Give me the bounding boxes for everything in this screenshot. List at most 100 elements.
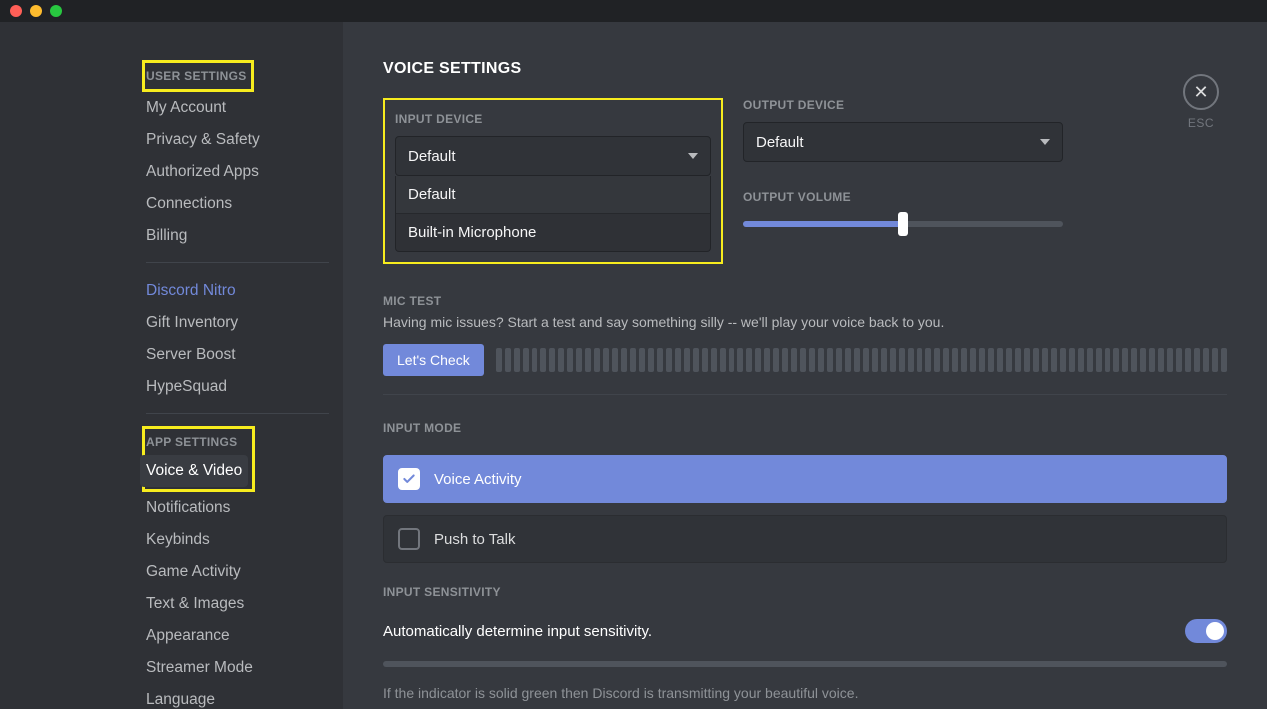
input-mode-voice-activity[interactable]: Voice Activity: [383, 455, 1227, 503]
mic-meter-segment: [881, 348, 887, 372]
mic-meter-segment: [648, 348, 654, 372]
mic-meter-segment: [532, 348, 538, 372]
sidebar-item-voice-video[interactable]: Voice & Video: [140, 455, 248, 487]
mic-meter-segment: [693, 348, 699, 372]
mic-meter-segment: [961, 348, 967, 372]
input-mode-push-to-talk[interactable]: Push to Talk: [383, 515, 1227, 563]
mic-meter-segment: [603, 348, 609, 372]
mic-meter-segment: [934, 348, 940, 372]
mic-meter-segment: [1042, 348, 1048, 372]
toggle-knob-icon: [1206, 622, 1224, 640]
mac-titlebar: [0, 0, 1267, 22]
mic-meter-segment: [997, 348, 1003, 372]
sidebar-item-my-account[interactable]: My Account: [146, 92, 329, 124]
mic-meter-segment: [917, 348, 923, 372]
mic-meter-segment: [1113, 348, 1119, 372]
mic-meter-segment: [1024, 348, 1030, 372]
mic-meter-segment: [549, 348, 555, 372]
mic-meter-segment: [809, 348, 815, 372]
sidebar-item-game-activity[interactable]: Game Activity: [146, 556, 329, 588]
mic-meter-segment: [1158, 348, 1164, 372]
auto-sensitivity-toggle[interactable]: [1185, 619, 1227, 643]
mic-meter-segment: [1096, 348, 1102, 372]
sidebar-item-server-boost[interactable]: Server Boost: [146, 339, 329, 371]
output-device-label: OUTPUT DEVICE: [743, 98, 1063, 112]
sidebar-item-keybinds[interactable]: Keybinds: [146, 524, 329, 556]
sidebar-header-app-settings: APP SETTINGS: [146, 429, 248, 455]
mic-meter-segment: [675, 348, 681, 372]
section-separator: [383, 394, 1227, 395]
input-mode-label: INPUT MODE: [383, 421, 1227, 435]
voice-activity-label: Voice Activity: [434, 471, 522, 488]
mic-meter-segment: [952, 348, 958, 372]
input-device-select[interactable]: Default: [395, 136, 711, 176]
mic-meter-segment: [711, 348, 717, 372]
mic-meter-segment: [1194, 348, 1200, 372]
mic-meter-segment: [943, 348, 949, 372]
mic-meter-segment: [621, 348, 627, 372]
sidebar-item-connections[interactable]: Connections: [146, 188, 329, 220]
minimize-window-icon[interactable]: [30, 5, 42, 17]
mic-meter-segment: [720, 348, 726, 372]
mic-meter-segment: [567, 348, 573, 372]
mic-test-desc: Having mic issues? Start a test and say …: [383, 314, 1227, 330]
mic-meter-segment: [576, 348, 582, 372]
chevron-down-icon: [688, 153, 698, 159]
mic-meter-segment: [773, 348, 779, 372]
close-window-icon[interactable]: [10, 5, 22, 17]
input-device-option-default[interactable]: Default: [396, 176, 710, 213]
sidebar-item-notifications[interactable]: Notifications: [146, 492, 329, 524]
mic-meter-segment: [872, 348, 878, 372]
checkbox-unchecked-icon: [398, 528, 420, 550]
push-to-talk-label: Push to Talk: [434, 531, 515, 548]
settings-content: ✕ ESC VOICE SETTINGS INPUT DEVICE Defaul…: [343, 22, 1267, 709]
sidebar-item-billing[interactable]: Billing: [146, 220, 329, 252]
sidebar-item-gift-inventory[interactable]: Gift Inventory: [146, 307, 329, 339]
maximize-window-icon[interactable]: [50, 5, 62, 17]
output-volume-slider[interactable]: [743, 214, 1063, 234]
mic-test-button[interactable]: Let's Check: [383, 344, 484, 376]
auto-sensitivity-text: Automatically determine input sensitivit…: [383, 623, 652, 640]
mic-meter-segment: [1167, 348, 1173, 372]
output-device-select[interactable]: Default: [743, 122, 1063, 162]
sensitivity-hint: If the indicator is solid green then Dis…: [383, 685, 1227, 701]
mic-meter-segment: [1131, 348, 1137, 372]
sidebar-separator: [146, 262, 329, 263]
mic-meter-segment: [1185, 348, 1191, 372]
mic-meter-segment: [630, 348, 636, 372]
settings-sidebar: USER SETTINGS My Account Privacy & Safet…: [0, 22, 343, 709]
mic-meter-segment: [702, 348, 708, 372]
mic-meter-segment: [585, 348, 591, 372]
sidebar-item-privacy-safety[interactable]: Privacy & Safety: [146, 124, 329, 156]
close-icon[interactable]: ✕: [1183, 74, 1219, 110]
mic-meter-segment: [854, 348, 860, 372]
mic-meter-segment: [594, 348, 600, 372]
sidebar-item-text-images[interactable]: Text & Images: [146, 588, 329, 620]
sensitivity-indicator: [383, 661, 1227, 667]
chevron-down-icon: [1040, 139, 1050, 145]
sidebar-item-authorized-apps[interactable]: Authorized Apps: [146, 156, 329, 188]
sidebar-item-hypesquad[interactable]: HypeSquad: [146, 371, 329, 403]
sidebar-separator: [146, 413, 329, 414]
esc-label: ESC: [1188, 116, 1214, 130]
mic-meter-segment: [729, 348, 735, 372]
mic-meter-segment: [908, 348, 914, 372]
voice-settings-title: VOICE SETTINGS: [383, 60, 1227, 78]
mic-meter-segment: [755, 348, 761, 372]
sidebar-item-appearance[interactable]: Appearance: [146, 620, 329, 652]
output-volume-label: OUTPUT VOLUME: [743, 190, 1063, 204]
mic-meter-segment: [496, 348, 502, 372]
sidebar-item-discord-nitro[interactable]: Discord Nitro: [146, 275, 329, 307]
sidebar-item-streamer-mode[interactable]: Streamer Mode: [146, 652, 329, 684]
checkbox-checked-icon: [398, 468, 420, 490]
mic-meter-segment: [791, 348, 797, 372]
sidebar-item-language[interactable]: Language: [146, 684, 329, 709]
mic-meter-segment: [1006, 348, 1012, 372]
input-device-dropdown-list: Default Built-in Microphone: [395, 176, 711, 252]
mic-meter-segment: [899, 348, 905, 372]
close-settings[interactable]: ✕ ESC: [1183, 74, 1219, 130]
mic-meter-segment: [1060, 348, 1066, 372]
highlight-input-device-dropdown: INPUT DEVICE Default Default Built-in Mi…: [383, 98, 723, 264]
input-device-option-builtin[interactable]: Built-in Microphone: [396, 213, 710, 251]
mic-meter-segment: [523, 348, 529, 372]
